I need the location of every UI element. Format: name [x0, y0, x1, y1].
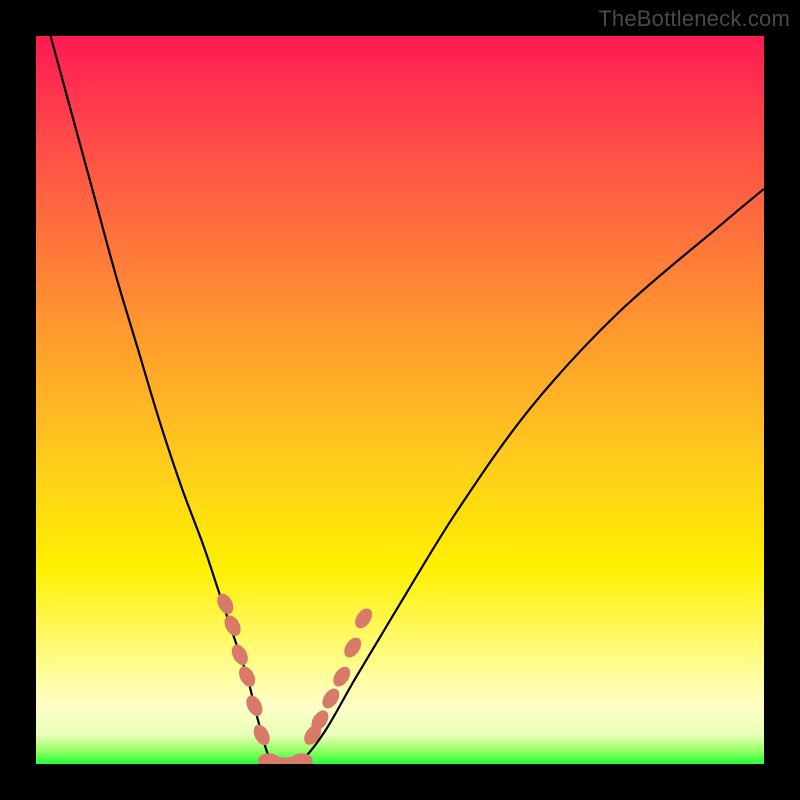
marker-dot [341, 634, 365, 660]
plot-area [36, 36, 764, 764]
chart-stage: TheBottleneck.com [0, 0, 800, 800]
marker-dot [221, 613, 244, 639]
highlighted-points [214, 591, 376, 764]
marker-dot [250, 722, 273, 748]
marker-dot [236, 664, 259, 690]
curve-layer [36, 36, 764, 764]
marker-dot [243, 693, 266, 719]
marker-dot [352, 605, 376, 631]
marker-dot [228, 642, 251, 668]
marker-dot [291, 753, 313, 764]
watermark-text: TheBottleneck.com [598, 6, 790, 32]
bottleneck-curve [51, 36, 764, 764]
marker-dot [214, 591, 237, 617]
